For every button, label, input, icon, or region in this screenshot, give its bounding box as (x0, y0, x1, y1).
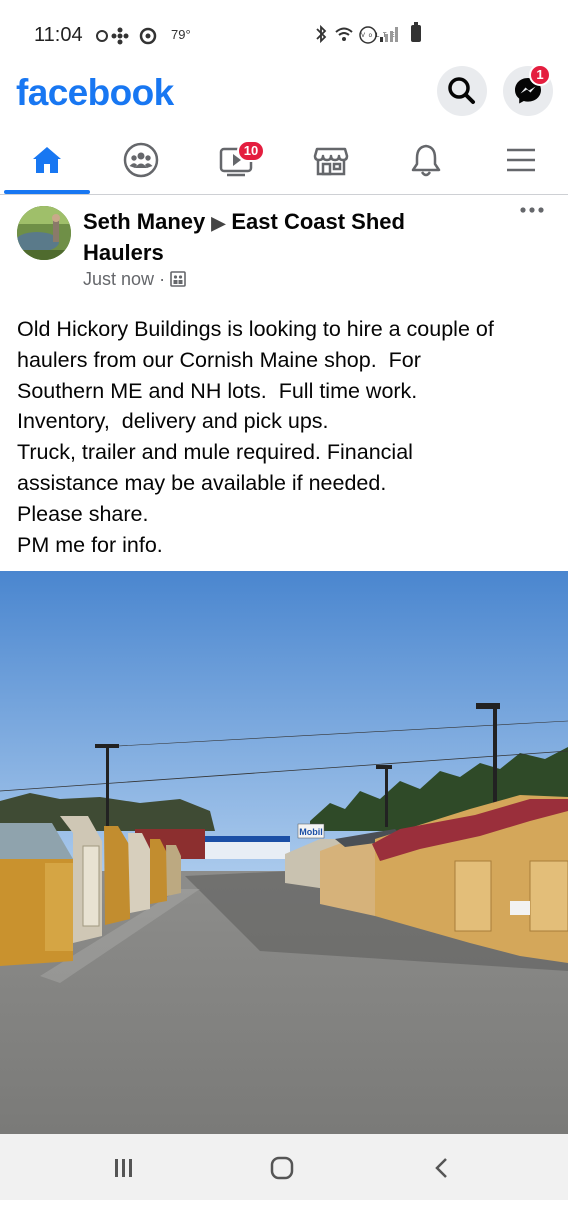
separator-dot: · (159, 269, 171, 289)
post-header: Seth Maney ▶ East Coast Shed Haulers Jus… (0, 195, 568, 305)
status-notification-icons (96, 26, 166, 51)
author-avatar[interactable] (17, 206, 71, 260)
post-body-line: assistance may be available if needed. (17, 470, 387, 495)
app-bar: facebook 1 (0, 62, 568, 126)
battery-icon (411, 22, 421, 42)
back-icon[interactable] (435, 1158, 447, 1178)
tab-notifications[interactable] (379, 126, 473, 194)
menu-icon (507, 148, 535, 172)
search-button[interactable] (437, 66, 487, 116)
marketplace-icon (313, 147, 349, 176)
post-meta: Just now · (83, 269, 186, 290)
post-body-line: Old Hickory Buildings is looking to hire… (17, 317, 494, 341)
post-more-button[interactable] (519, 203, 545, 223)
status-connectivity-icons: VoLTE (314, 24, 406, 49)
tab-watch[interactable] (189, 126, 283, 194)
post-body-line: haulers from our Cornish Maine shop. For (17, 347, 421, 372)
system-nav-bar (0, 1134, 568, 1200)
post-body-line: Truck, trailer and mule required. Financ… (17, 440, 413, 465)
avatar-image (17, 206, 71, 260)
more-options-icon (520, 207, 544, 213)
tab-bar (0, 126, 568, 195)
search-icon (448, 77, 475, 104)
tab-marketplace[interactable] (284, 126, 378, 194)
group-privacy-icon (170, 271, 186, 287)
triangle-right-icon: ▶ (211, 213, 226, 233)
author-name[interactable]: Seth Maney (83, 209, 205, 234)
facebook-logo[interactable]: facebook (16, 72, 174, 114)
system-nav-buttons (115, 1156, 447, 1180)
home-icon (33, 147, 61, 173)
post-body-line: Please share. (17, 501, 149, 526)
tab-home[interactable] (0, 126, 94, 194)
home-circle-icon[interactable] (270, 1156, 294, 1180)
mobil-sign: Mobil (299, 827, 323, 837)
post-photo[interactable]: Mobil (0, 571, 568, 1134)
post-timestamp[interactable]: Just now (83, 269, 154, 289)
post-author-line: Seth Maney ▶ East Coast Shed Haulers (83, 207, 463, 267)
status-bar: 11:04 79° VoLTE (0, 0, 568, 62)
notification-icons (96, 27, 157, 45)
groups-icon (123, 142, 159, 178)
post-body-line: Inventory, delivery and pick ups. (17, 409, 329, 434)
watch-badge: 10 (237, 140, 265, 162)
connectivity-icons: VoLTE (316, 24, 398, 44)
active-tab-indicator (4, 190, 90, 194)
tab-menu[interactable] (474, 126, 568, 194)
status-temperature: 79° (171, 27, 191, 42)
post-body-line: Southern ME and NH lots. Full time work. (17, 378, 418, 403)
recents-icon[interactable] (115, 1159, 132, 1177)
status-time: 11:04 (34, 24, 83, 46)
post-body: Old Hickory Buildings is looking to hire… (17, 314, 557, 560)
tab-groups[interactable] (94, 126, 188, 194)
shed-lot-photo: Mobil (0, 571, 568, 1134)
post-body-line: PM me for info. (17, 532, 163, 557)
messenger-badge: 1 (529, 64, 551, 86)
bell-icon (411, 144, 441, 177)
